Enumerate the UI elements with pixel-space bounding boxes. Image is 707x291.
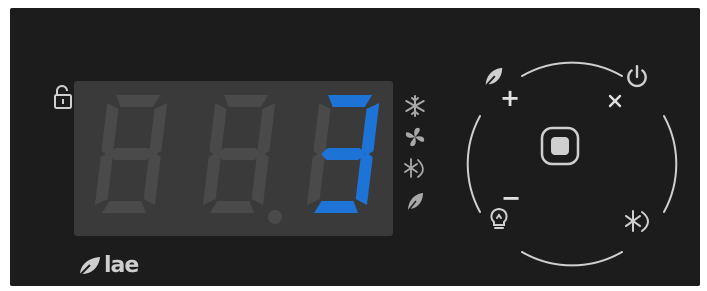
digit-1 [94,95,168,213]
cancel-icon[interactable] [608,94,622,108]
defrost-button[interactable] [624,208,652,234]
center-set-button[interactable] [540,126,580,166]
segment-f [313,103,331,155]
segment-e [94,153,113,205]
segment-b [257,103,276,155]
digit-display [74,81,393,236]
decimal-point [268,210,282,224]
leaf-icon [407,193,423,212]
unlock-icon [54,85,72,109]
defrost-icon [404,158,424,178]
light-bulb-button[interactable] [488,206,510,232]
segment-c [355,153,373,205]
segment-a [328,95,373,107]
lae-leaf-icon [79,257,100,276]
segment-a [224,95,269,107]
fan-icon [405,127,425,147]
power-button[interactable] [624,64,650,90]
brand-logo: lae [78,253,139,278]
segment-a [116,95,161,107]
segment-d [314,201,358,213]
controller-panel: lae + − [10,8,700,286]
segment-c [251,153,269,205]
digit-2 [202,95,276,213]
segment-f [209,103,227,155]
segment-d [210,201,254,213]
down-button[interactable]: − [500,186,522,210]
segment-f [101,103,119,155]
segment-b [361,103,380,155]
snowflake-icon [405,95,425,117]
segment-c [143,153,161,205]
up-button[interactable]: + [498,86,522,110]
brand-logo-text: lae [104,253,139,278]
segment-g [321,148,366,160]
segment-g [217,148,262,160]
segment-e [306,153,325,205]
segment-g [109,148,154,160]
seven-segment-display [94,95,380,224]
digit-3 [306,95,380,213]
segment-b [149,103,168,155]
segment-e [202,153,221,205]
segment-d [102,201,146,213]
